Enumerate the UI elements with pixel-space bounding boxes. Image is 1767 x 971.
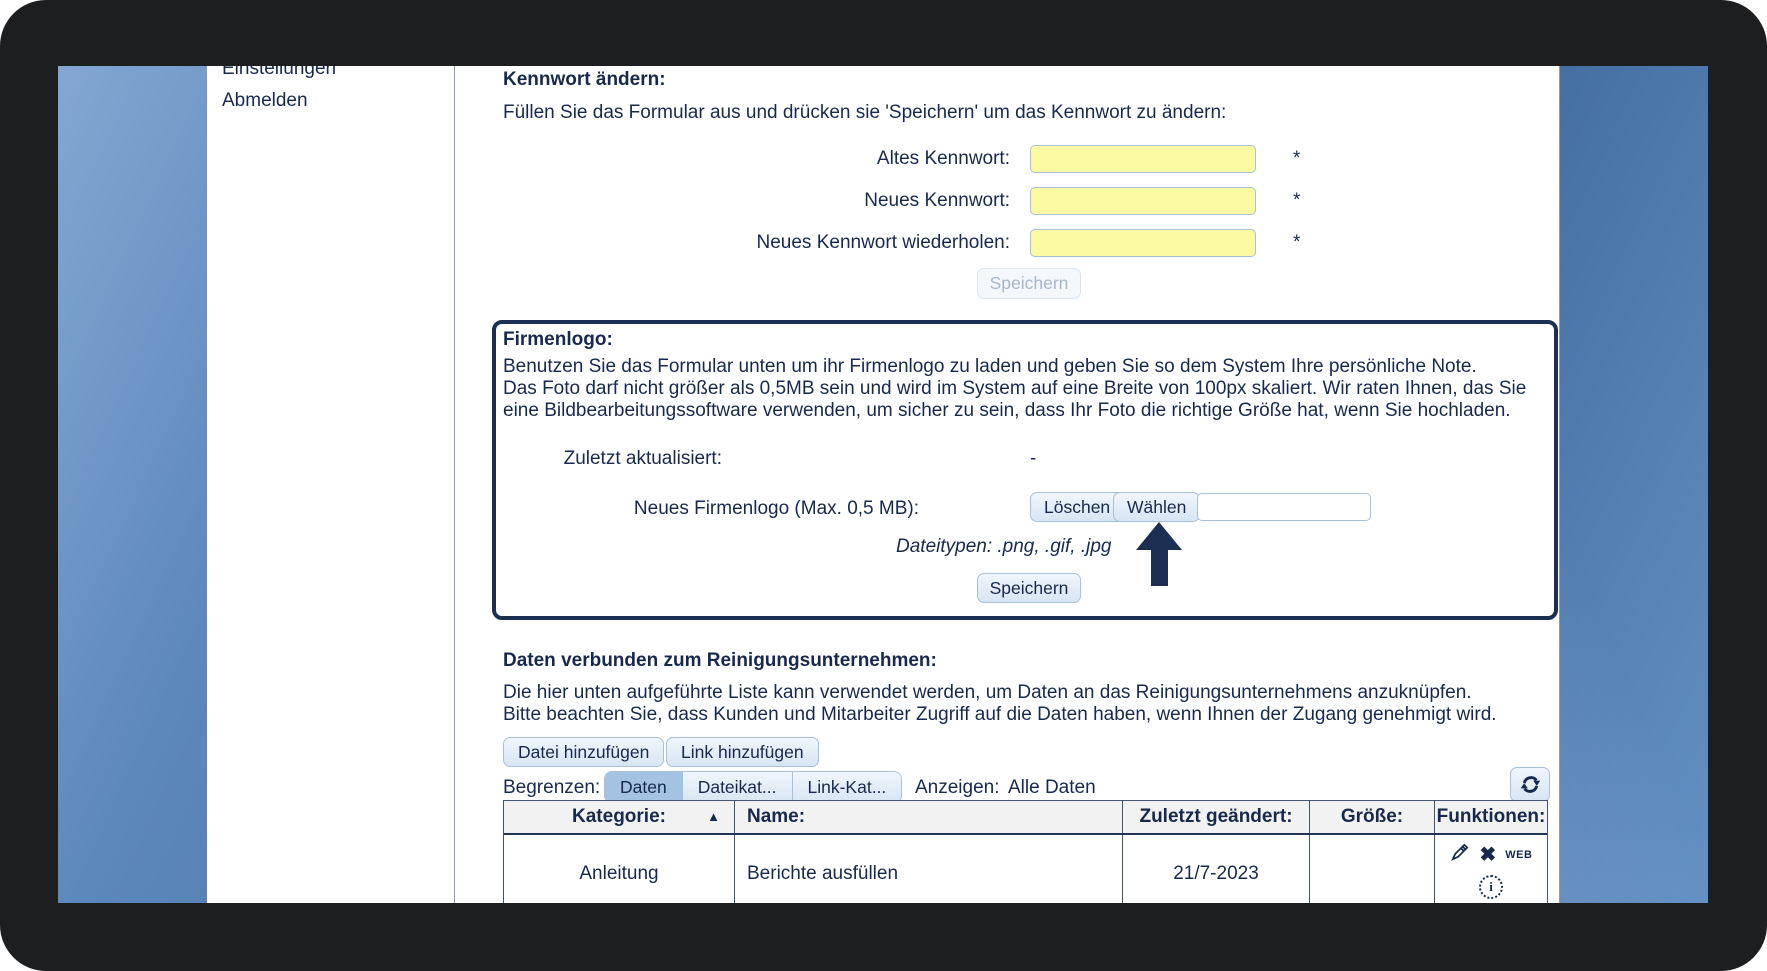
refresh-icon bbox=[1519, 773, 1542, 796]
repeat-password-row: Neues Kennwort wiederholen: * bbox=[455, 228, 1355, 258]
data-table: Kategorie: ▲ Name: Zuletzt geändert: Grö… bbox=[503, 800, 1548, 903]
table-row: Anleitung Berichte ausfüllen 21/7-2023 ✖… bbox=[504, 835, 1547, 903]
logo-description-line2: Das Foto darf nicht größer als 0,5MB sei… bbox=[503, 378, 1527, 421]
sort-asc-icon[interactable]: ▲ bbox=[707, 810, 720, 823]
up-arrow-icon bbox=[1136, 522, 1182, 586]
last-updated-label: Zuletzt aktualisiert: bbox=[563, 448, 722, 469]
add-file-button[interactable]: Datei hinzufügen bbox=[503, 737, 665, 767]
column-header-name[interactable]: Name: bbox=[735, 801, 1123, 833]
pencil-icon[interactable] bbox=[1450, 841, 1471, 868]
info-icon[interactable]: i bbox=[1479, 875, 1503, 899]
old-password-row: Altes Kennwort: * bbox=[455, 144, 1355, 174]
add-link-button[interactable]: Link hinzufügen bbox=[666, 737, 819, 767]
sidebar-item-abmelden[interactable]: Abmelden bbox=[222, 90, 308, 112]
cell-zuletzt-geaendert: 21/7-2023 bbox=[1123, 835, 1310, 903]
logo-description-line1: Benutzen Sie das Formular unten um ihr F… bbox=[503, 356, 1477, 377]
new-password-row: Neues Kennwort: * bbox=[455, 186, 1355, 216]
column-header-kategorie[interactable]: Kategorie: ▲ bbox=[504, 801, 735, 833]
new-logo-label: Neues Firmenlogo (Max. 0,5 MB): bbox=[633, 498, 919, 519]
cell-name: Berichte ausfüllen bbox=[735, 835, 1123, 903]
column-header-groesse[interactable]: Größe: bbox=[1310, 801, 1435, 833]
password-section-instruction: Füllen Sie das Formular aus und drücken … bbox=[503, 102, 1227, 123]
refresh-button[interactable] bbox=[1510, 767, 1550, 802]
info-icon-row: i bbox=[1435, 875, 1547, 899]
data-section-description: Die hier unten aufgeführte Liste kann ve… bbox=[503, 682, 1497, 725]
table-header-row: Kategorie: ▲ Name: Zuletzt geändert: Grö… bbox=[504, 801, 1547, 835]
app-screen: Einstellungen Abmelden Kennwort ändern: … bbox=[58, 66, 1708, 903]
column-header-funktionen: Funktionen: bbox=[1436, 806, 1546, 827]
filter-tab-daten[interactable]: Daten bbox=[605, 772, 683, 803]
device-bezel: Einstellungen Abmelden Kennwort ändern: … bbox=[0, 0, 1767, 971]
required-marker: * bbox=[1293, 190, 1301, 211]
required-marker: * bbox=[1293, 148, 1301, 169]
function-icons-row: ✖ WEB bbox=[1435, 835, 1547, 868]
repeat-password-field[interactable] bbox=[1030, 229, 1256, 257]
repeat-password-label: Neues Kennwort wiederholen: bbox=[756, 232, 1011, 253]
sidebar-item-einstellungen[interactable]: Einstellungen bbox=[222, 66, 336, 80]
logo-delete-button[interactable]: Löschen bbox=[1030, 492, 1125, 522]
logo-file-path-field[interactable] bbox=[1197, 493, 1371, 521]
web-icon[interactable]: WEB bbox=[1505, 849, 1532, 861]
data-section-title: Daten verbunden zum Reinigungsunternehme… bbox=[503, 650, 937, 671]
filetypes-note: Dateitypen: .png, .gif, .jpg bbox=[896, 536, 1112, 557]
arrow-head bbox=[1136, 522, 1182, 550]
filter-tab-dateikat[interactable]: Dateikat... bbox=[682, 772, 793, 803]
main-content: Kennwort ändern: Füllen Sie das Formular… bbox=[455, 66, 1560, 903]
old-password-field[interactable] bbox=[1030, 145, 1256, 173]
required-marker: * bbox=[1293, 232, 1301, 253]
cell-groesse bbox=[1310, 835, 1435, 903]
filter-tab-linkkat[interactable]: Link-Kat... bbox=[792, 772, 902, 803]
delete-x-icon[interactable]: ✖ bbox=[1480, 845, 1497, 865]
old-password-label: Altes Kennwort: bbox=[876, 148, 1010, 169]
cell-kategorie: Anleitung bbox=[504, 835, 735, 903]
column-header-label: Kategorie: bbox=[572, 806, 666, 827]
arrow-stem bbox=[1150, 550, 1168, 586]
password-section-title: Kennwort ändern: bbox=[503, 69, 666, 90]
last-updated-value: - bbox=[1030, 448, 1037, 469]
cell-funktionen: ✖ WEB i bbox=[1435, 835, 1547, 903]
logo-section-title: Firmenlogo: bbox=[503, 329, 613, 350]
column-header-zuletzt-geaendert[interactable]: Zuletzt geändert: bbox=[1123, 801, 1310, 833]
logo-save-button[interactable]: Speichern bbox=[977, 573, 1081, 603]
logo-section-box: Firmenlogo: Benutzen Sie das Formular un… bbox=[492, 320, 1558, 620]
logo-choose-button[interactable]: Wählen bbox=[1113, 492, 1201, 522]
new-password-field[interactable] bbox=[1030, 187, 1256, 215]
password-save-button[interactable]: Speichern bbox=[977, 268, 1081, 299]
sidebar: Einstellungen Abmelden bbox=[207, 66, 455, 903]
new-password-label: Neues Kennwort: bbox=[864, 190, 1010, 211]
